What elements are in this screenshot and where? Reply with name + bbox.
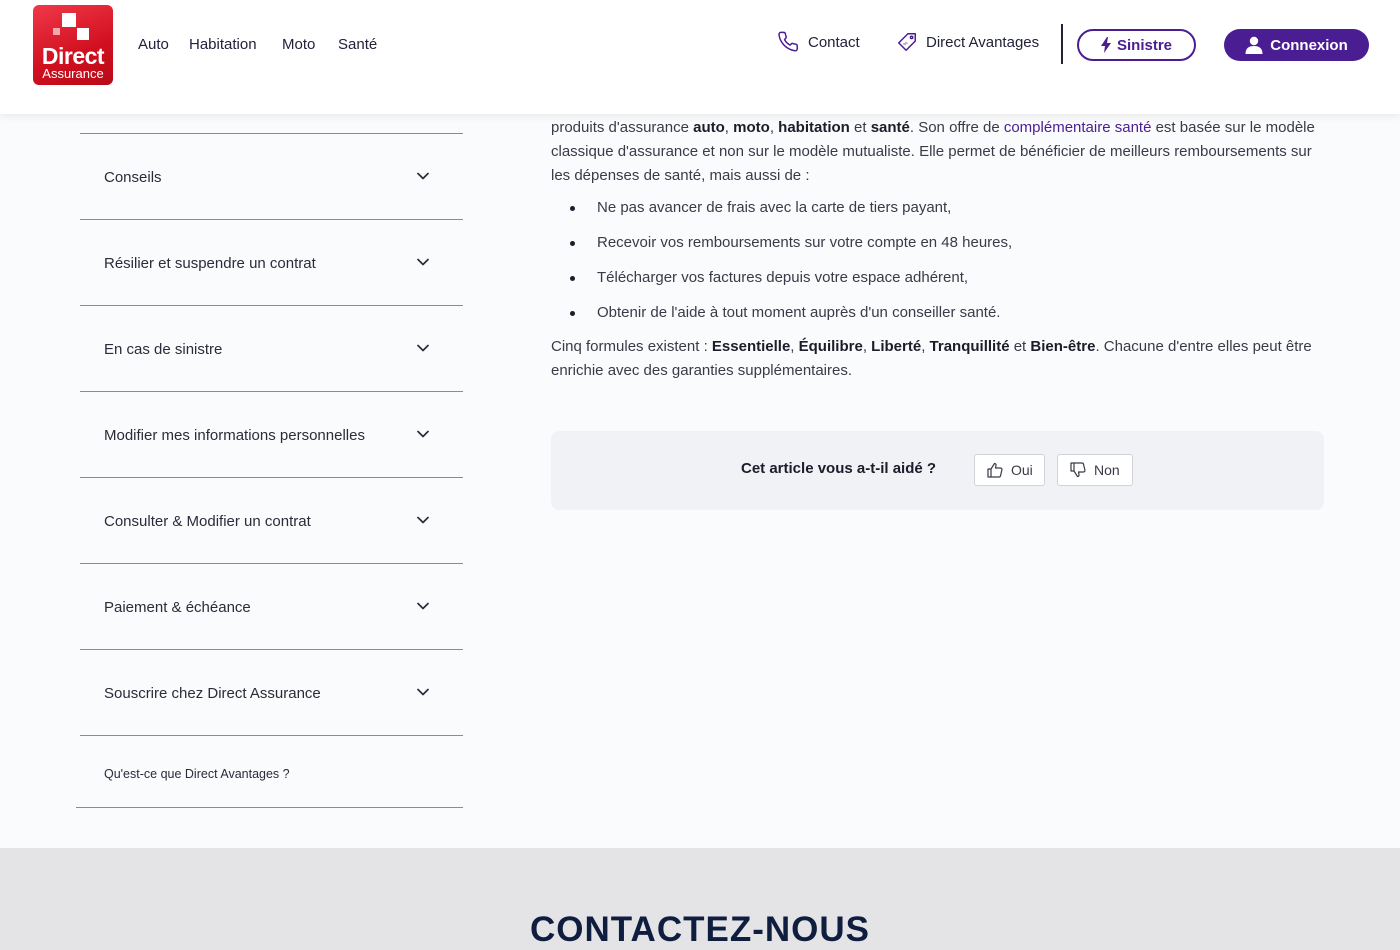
sidebar-item-label: En cas de sinistre <box>104 341 223 358</box>
text: Cinq formules existent : <box>551 338 712 355</box>
chevron-down-icon <box>417 516 429 524</box>
sidebar-item-label: Paiement & échéance <box>104 599 251 616</box>
lightning-icon <box>1100 37 1111 53</box>
bold-text: habitation <box>778 119 850 136</box>
sidebar-item-label: Consulter & Modifier un contrat <box>104 513 311 530</box>
chevron-down-icon <box>417 172 429 180</box>
text: produits d'assurance <box>551 119 694 136</box>
feedback-question: Cet article vous a-t-il aidé ? <box>741 460 937 477</box>
text: . Son offre de <box>909 119 1004 136</box>
nav-habitation[interactable]: Habitation <box>189 36 257 53</box>
text: , <box>862 338 872 355</box>
sidebar-item-paiement[interactable]: Paiement & échéance <box>80 564 463 650</box>
bold-text: santé <box>870 119 910 136</box>
article-body: produits d'assurance auto, moto, habitat… <box>551 116 1326 383</box>
text: et <box>849 119 871 136</box>
sidebar-item-direct-avantages[interactable]: Qu'est-ce que Direct Avantages ? <box>76 736 463 808</box>
bold-text: Tranquillité <box>929 338 1010 355</box>
text: , <box>921 338 930 355</box>
text: , <box>724 119 734 136</box>
sidebar-item-conseils[interactable]: Conseils <box>80 134 463 220</box>
sidebar-item-label: Conseils <box>104 169 162 186</box>
feedback-no-label: Non <box>1094 462 1120 478</box>
nav-auto[interactable]: Auto <box>138 36 169 53</box>
sidebar-item-souscrire[interactable]: Souscrire chez Direct Assurance <box>80 650 463 736</box>
direct-avantages-label: Direct Avantages <box>926 33 1040 51</box>
logo-square <box>53 28 60 35</box>
bold-text: moto <box>733 119 770 136</box>
article-paragraph: Cinq formules existent : Essentielle, Éq… <box>551 335 1326 383</box>
article-paragraph: produits d'assurance auto, moto, habitat… <box>551 116 1326 188</box>
contact-link[interactable]: Contact <box>778 31 860 52</box>
header-divider <box>1061 24 1063 64</box>
connexion-label: Connexion <box>1270 36 1348 54</box>
direct-assurance-logo[interactable]: Direct Assurance <box>33 5 113 85</box>
bold-text: Équilibre <box>798 338 863 355</box>
sinistre-label: Sinistre <box>1116 36 1173 54</box>
sidebar-item-resilier[interactable]: Résilier et suspendre un contrat <box>80 220 463 306</box>
nav-sante[interactable]: Santé <box>338 36 377 53</box>
feedback-yes-label: Oui <box>1011 462 1033 478</box>
direct-avantages-link[interactable]: % Direct Avantages <box>896 32 1039 52</box>
list-item: Télécharger vos factures depuis votre es… <box>551 266 1326 301</box>
contact-title: CONTACTEZ-NOUS <box>530 910 870 949</box>
chevron-down-icon <box>417 344 429 352</box>
sidebar-item-label: Qu'est-ce que Direct Avantages ? <box>104 767 290 781</box>
chevron-down-icon <box>417 430 429 438</box>
thumbs-down-icon <box>1070 462 1086 478</box>
bold-text: auto <box>693 119 725 136</box>
bold-text: Liberté <box>871 338 922 355</box>
feedback-box: Cet article vous a-t-il aidé ? Oui Non <box>551 431 1324 510</box>
site-header: Direct Assurance Auto Habitation Moto Sa… <box>0 0 1400 114</box>
ticket-icon: % <box>898 33 916 51</box>
nav-moto[interactable]: Moto <box>282 36 315 53</box>
list-item: Obtenir de l'aide à tout moment auprès d… <box>551 301 1326 336</box>
sidebar-item-label: Résilier et suspendre un contrat <box>104 255 316 272</box>
complementaire-sante-link[interactable]: complémentaire santé <box>1004 119 1152 136</box>
sidebar-item-label: Souscrire chez Direct Assurance <box>104 685 321 702</box>
feedback-yes-button[interactable]: Oui <box>974 454 1045 486</box>
logo-text-assurance: Assurance <box>42 66 104 81</box>
sinistre-button[interactable]: Sinistre <box>1077 29 1196 61</box>
svg-text:%: % <box>902 40 908 46</box>
chevron-down-icon <box>417 602 429 610</box>
list-item: Recevoir vos remboursements sur votre co… <box>551 231 1326 266</box>
connexion-button[interactable]: Connexion <box>1224 29 1369 61</box>
phone-icon <box>778 31 798 52</box>
contact-section: CONTACTEZ-NOUS <box>0 848 1400 950</box>
thumbs-up-icon <box>987 462 1003 478</box>
sidebar-item-label: Modifier mes informations personnelles <box>104 427 365 444</box>
sidebar-item-sinistre[interactable]: En cas de sinistre <box>80 306 463 392</box>
text: , <box>790 338 799 355</box>
chevron-down-icon <box>417 688 429 696</box>
chevron-down-icon <box>417 258 429 266</box>
list-item: Ne pas avancer de frais avec la carte de… <box>551 196 1326 231</box>
bold-text: Essentielle <box>711 338 791 355</box>
text: , <box>769 119 779 136</box>
sidebar-item-informations[interactable]: Modifier mes informations personnelles <box>80 392 463 478</box>
text: et <box>1009 338 1031 355</box>
benefits-list: Ne pas avancer de frais avec la carte de… <box>551 196 1326 336</box>
sidebar-item-contrat[interactable]: Consulter & Modifier un contrat <box>80 478 463 564</box>
contact-label: Contact <box>808 33 860 51</box>
logo-square <box>62 13 76 27</box>
feedback-no-button[interactable]: Non <box>1057 454 1133 486</box>
bold-text: Bien-être <box>1030 338 1096 355</box>
logo-square <box>77 28 89 40</box>
user-icon <box>1245 36 1263 54</box>
